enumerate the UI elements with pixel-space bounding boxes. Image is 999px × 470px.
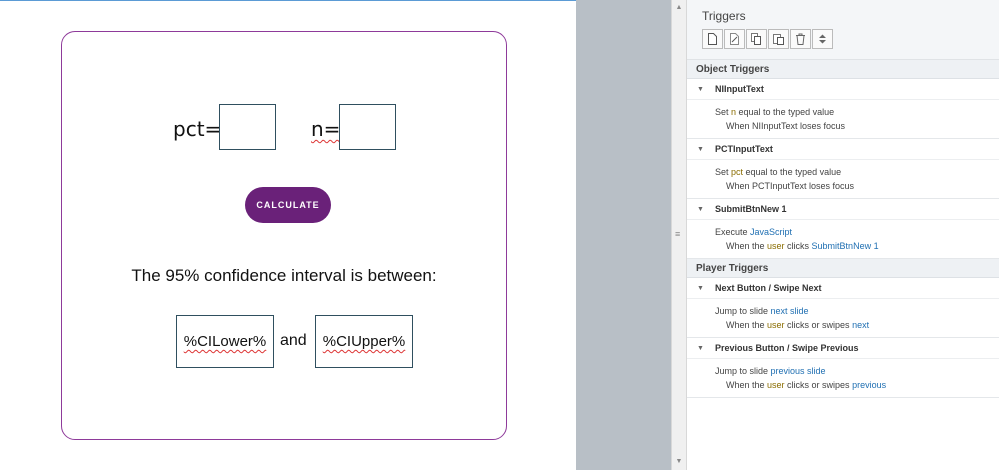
action-link[interactable]: next slide xyxy=(771,306,809,316)
new-trigger-button[interactable] xyxy=(702,29,723,49)
scroll-up-icon[interactable]: ▲ xyxy=(672,2,686,14)
move-up-down-icon xyxy=(819,34,826,44)
pct-input[interactable] xyxy=(219,104,276,150)
copy-icon xyxy=(751,33,761,45)
action-text: Execute xyxy=(715,227,751,237)
action-text: Set xyxy=(715,107,732,117)
object-link[interactable]: previous xyxy=(852,380,886,390)
action-link[interactable]: JavaScript xyxy=(750,227,792,237)
collapse-caret-icon[interactable]: ▼ xyxy=(697,79,704,100)
paste-button[interactable] xyxy=(768,29,789,49)
trigger-item[interactable]: Set pct equal to the typed value When PC… xyxy=(687,160,999,198)
trigger-item[interactable]: Execute JavaScript When the user clicks … xyxy=(687,220,999,258)
trigger-group-header[interactable]: ▼ NIInputText xyxy=(687,79,999,100)
ci-lower-value: %CILower% xyxy=(183,333,267,350)
trigger-condition: When the user clicks or swipes next xyxy=(715,318,999,332)
object-link[interactable]: next xyxy=(852,320,869,330)
pct-label: pct= xyxy=(173,117,222,141)
trigger-action: Set pct equal to the typed value xyxy=(715,165,999,179)
trigger-action: Set n equal to the typed value xyxy=(715,105,999,119)
trigger-condition: When the user clicks SubmitBtnNew 1 xyxy=(715,239,999,253)
trigger-action: Execute JavaScript xyxy=(715,225,999,239)
n-label: n= xyxy=(311,117,340,141)
new-trigger-icon xyxy=(708,33,717,45)
slide-canvas: pct= n= CALCULATE The 95% confidence int… xyxy=(61,31,507,440)
ci-heading: The 95% confidence interval is between: xyxy=(131,266,437,285)
trigger-item[interactable]: Set n equal to the typed value When NIIn… xyxy=(687,100,999,138)
trigger-group: ▼ PCTInputText Set pct equal to the type… xyxy=(687,139,999,199)
collapse-caret-icon[interactable]: ▼ xyxy=(697,139,704,160)
user-link[interactable]: user xyxy=(767,320,785,330)
action-text: Set xyxy=(715,167,732,177)
trigger-group-name: NIInputText xyxy=(715,84,764,94)
user-link[interactable]: user xyxy=(767,241,785,251)
trigger-action: Jump to slide next slide xyxy=(715,304,999,318)
panel-title: Triggers xyxy=(702,9,746,23)
trigger-group: ▼ NIInputText Set n equal to the typed v… xyxy=(687,79,999,139)
n-label-text: n= xyxy=(311,117,341,141)
collapse-caret-icon[interactable]: ▼ xyxy=(697,338,704,359)
scroll-down-icon[interactable]: ▼ xyxy=(672,456,686,468)
trigger-group: ▼ SubmitBtnNew 1 Execute JavaScript When… xyxy=(687,199,999,259)
object-triggers-heading: Object Triggers xyxy=(687,60,999,79)
condition-text: clicks xyxy=(784,241,812,251)
trigger-group-name: Previous Button / Swipe Previous xyxy=(715,343,859,353)
triggers-panel: Triggers Object Triggers ▼ NIInputText S… xyxy=(687,0,999,470)
condition-text: clicks or swipes xyxy=(784,320,853,330)
condition-text: clicks or swipes xyxy=(784,380,853,390)
slide-stage: pct= n= CALCULATE The 95% confidence int… xyxy=(0,0,576,470)
triggers-header: Triggers xyxy=(687,0,999,60)
ci-lower-box: %CILower% xyxy=(176,315,274,368)
app-root: pct= n= CALCULATE The 95% confidence int… xyxy=(0,0,999,470)
ci-upper-value: %CIUpper% xyxy=(322,333,406,350)
trigger-group-header[interactable]: ▼ Previous Button / Swipe Previous xyxy=(687,338,999,359)
trigger-group-header[interactable]: ▼ SubmitBtnNew 1 xyxy=(687,199,999,220)
trigger-group: ▼ Previous Button / Swipe Previous Jump … xyxy=(687,338,999,398)
trigger-item[interactable]: Jump to slide previous slide When the us… xyxy=(687,359,999,397)
action-text: equal to the typed value xyxy=(743,167,842,177)
condition-text: When the xyxy=(726,380,768,390)
condition-text: When the xyxy=(726,241,768,251)
trigger-condition: When PCTInputText loses focus xyxy=(726,181,855,191)
edit-trigger-icon xyxy=(730,33,739,45)
trigger-group-header[interactable]: ▼ Next Button / Swipe Next xyxy=(687,278,999,299)
action-text: Jump to slide xyxy=(715,306,771,316)
condition-text: When the xyxy=(726,320,768,330)
collapse-caret-icon[interactable]: ▼ xyxy=(697,278,704,299)
action-link[interactable]: previous slide xyxy=(771,366,826,376)
delete-button[interactable] xyxy=(790,29,811,49)
trigger-group-name: SubmitBtnNew 1 xyxy=(715,204,787,214)
trigger-item[interactable]: Jump to slide next slide When the user c… xyxy=(687,299,999,337)
collapse-caret-icon[interactable]: ▼ xyxy=(697,199,704,220)
trigger-group: ▼ Next Button / Swipe Next Jump to slide… xyxy=(687,278,999,338)
delete-icon xyxy=(796,33,805,45)
variable-link[interactable]: pct xyxy=(731,167,743,177)
player-triggers-heading: Player Triggers xyxy=(687,259,999,278)
trigger-group-header[interactable]: ▼ PCTInputText xyxy=(687,139,999,160)
paste-icon xyxy=(773,34,784,45)
and-label: and xyxy=(280,332,307,349)
action-text: equal to the typed value xyxy=(736,107,835,117)
action-text: Jump to slide xyxy=(715,366,771,376)
trigger-group-name: PCTInputText xyxy=(715,144,773,154)
calculate-button[interactable]: CALCULATE xyxy=(245,187,331,223)
copy-button[interactable] xyxy=(746,29,767,49)
triggers-toolbar xyxy=(702,29,834,49)
offstage-area xyxy=(576,0,671,470)
edit-trigger-button[interactable] xyxy=(724,29,745,49)
trigger-condition: When NIInputText loses focus xyxy=(726,121,846,131)
n-input[interactable] xyxy=(339,104,396,150)
splitter-grip-icon[interactable]: ≡ xyxy=(675,229,680,239)
trigger-action: Jump to slide previous slide xyxy=(715,364,999,378)
ci-upper-box: %CIUpper% xyxy=(315,315,413,368)
trigger-condition: When the user clicks or swipes previous xyxy=(715,378,999,392)
move-button[interactable] xyxy=(812,29,833,49)
trigger-group-name: Next Button / Swipe Next xyxy=(715,283,822,293)
user-link[interactable]: user xyxy=(767,380,785,390)
object-link[interactable]: SubmitBtnNew 1 xyxy=(812,241,879,251)
vertical-scrollbar[interactable]: ▲ ≡ ▼ xyxy=(671,0,687,470)
